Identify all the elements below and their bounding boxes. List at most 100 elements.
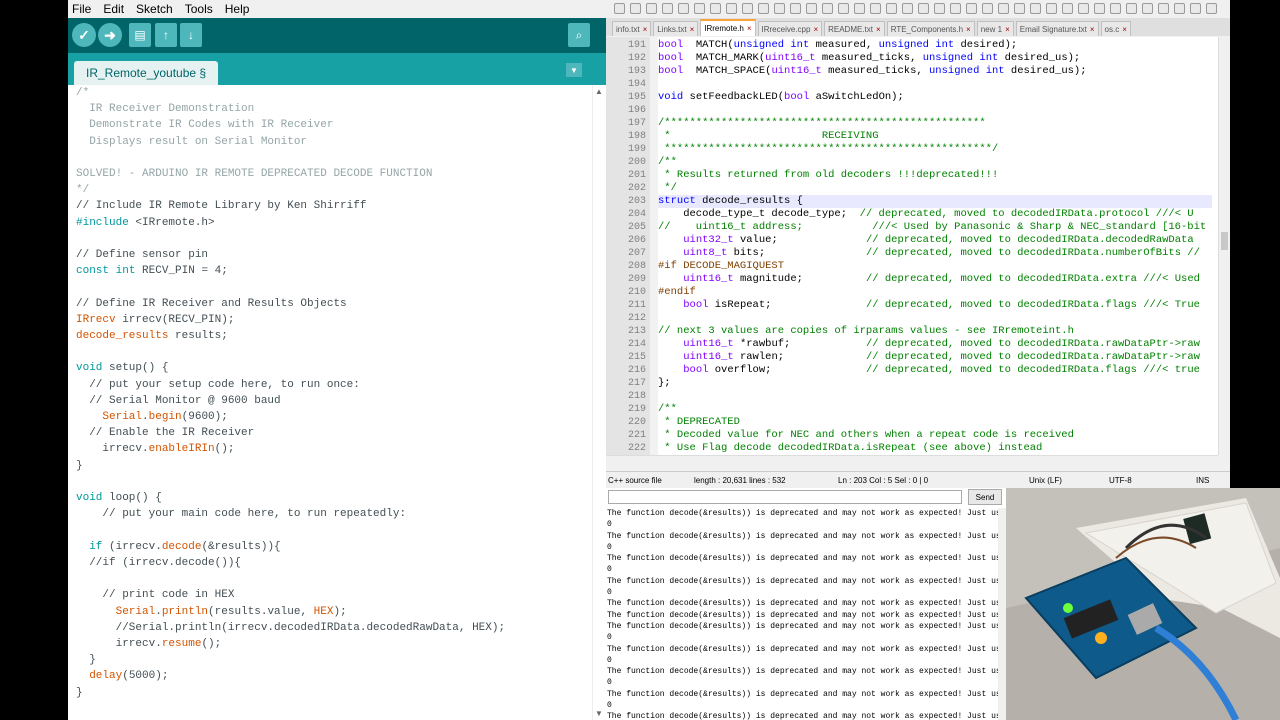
serial-line: The function decode(&results)) is deprec… bbox=[607, 644, 998, 654]
npp-toolbar-button[interactable] bbox=[1206, 3, 1217, 14]
npp-toolbar-button[interactable] bbox=[1158, 3, 1169, 14]
npp-toolbar-button[interactable] bbox=[982, 3, 993, 14]
serial-input[interactable] bbox=[608, 490, 962, 504]
verify-button[interactable]: ✓ bbox=[72, 23, 96, 47]
npp-toolbar-button[interactable] bbox=[790, 3, 801, 14]
npp-editor[interactable]: 191 192 193 194 195 196 197 198 199 200 201 202 203 2… bbox=[606, 37, 1230, 455]
npp-toolbar-button[interactable] bbox=[1126, 3, 1137, 14]
code-token: * DEPRECATED bbox=[658, 416, 740, 428]
code-token: * Decoded value for NEC and others when … bbox=[658, 429, 1074, 441]
npp-tab[interactable]: os.c × bbox=[1100, 21, 1131, 36]
code-token: // deprecated, moved to decodedIRData.ra… bbox=[865, 351, 1200, 363]
npp-toolbar-button[interactable] bbox=[918, 3, 929, 14]
npp-toolbar-button[interactable] bbox=[1046, 3, 1057, 14]
menu-edit[interactable]: Edit bbox=[103, 2, 124, 16]
npp-toolbar-button[interactable] bbox=[838, 3, 849, 14]
npp-toolbar-button[interactable] bbox=[630, 3, 641, 14]
code-token: measured_ticks, bbox=[815, 52, 923, 64]
upload-button[interactable]: ➜ bbox=[98, 23, 122, 47]
code-token: (); bbox=[201, 637, 222, 650]
close-icon[interactable]: × bbox=[1122, 25, 1127, 34]
arduino-code-editor[interactable]: /* IR Receiver Demonstration Demonstrate… bbox=[68, 85, 592, 720]
npp-toolbar-button[interactable] bbox=[694, 3, 705, 14]
npp-toolbar-button[interactable] bbox=[966, 3, 977, 14]
npp-tab[interactable]: README.txt × bbox=[824, 21, 885, 36]
code-line: /** bbox=[658, 403, 1212, 416]
npp-fold-margin[interactable] bbox=[650, 37, 658, 455]
serial-scrollbar[interactable] bbox=[998, 508, 1006, 720]
npp-toolbar-button[interactable] bbox=[774, 3, 785, 14]
tab-menu-button[interactable]: ▼ bbox=[566, 63, 582, 77]
save-button[interactable]: ↓ bbox=[180, 23, 202, 47]
npp-scroll-thumb[interactable] bbox=[1221, 232, 1228, 250]
npp-toolbar-button[interactable] bbox=[1142, 3, 1153, 14]
code-token: isRepeat; bbox=[708, 299, 866, 311]
npp-toolbar-button[interactable] bbox=[950, 3, 961, 14]
npp-toolbar-button[interactable] bbox=[822, 3, 833, 14]
npp-toolbar-button[interactable] bbox=[1014, 3, 1025, 14]
sketch-tab[interactable]: IR_Remote_youtube § bbox=[74, 61, 219, 85]
npp-tab[interactable]: IRreceive.cpp × bbox=[757, 21, 823, 36]
code-token: void bbox=[76, 492, 103, 505]
npp-toolbar-button[interactable] bbox=[934, 3, 945, 14]
npp-toolbar-button[interactable] bbox=[614, 3, 625, 14]
npp-horizontal-scrollbar[interactable] bbox=[606, 455, 1218, 467]
npp-toolbar-button[interactable] bbox=[1062, 3, 1073, 14]
line-number: 222 bbox=[627, 443, 646, 454]
open-button[interactable]: ↑ bbox=[155, 23, 177, 47]
npp-toolbar-button[interactable] bbox=[998, 3, 1009, 14]
npp-toolbar-button[interactable] bbox=[1110, 3, 1121, 14]
arduino-editor-scrollbar[interactable]: ▲ ▼ bbox=[592, 85, 606, 720]
npp-toolbar-button[interactable] bbox=[710, 3, 721, 14]
npp-tab[interactable]: IRremote.h × bbox=[700, 19, 756, 36]
npp-toolbar-button[interactable] bbox=[902, 3, 913, 14]
npp-toolbar-button[interactable] bbox=[1094, 3, 1105, 14]
serial-monitor-button[interactable]: ⌕ bbox=[568, 23, 590, 47]
close-icon[interactable]: × bbox=[1005, 25, 1010, 34]
npp-toolbar-button[interactable] bbox=[662, 3, 673, 14]
npp-toolbar-button[interactable] bbox=[806, 3, 817, 14]
npp-toolbar-button[interactable] bbox=[854, 3, 865, 14]
code-token: // deprecated, moved to decodedIRData.pr… bbox=[859, 208, 1194, 220]
close-icon[interactable]: × bbox=[876, 25, 881, 34]
npp-tab[interactable]: RTE_Components.h × bbox=[886, 21, 975, 36]
code-token: IRrecv bbox=[76, 313, 116, 326]
arduino-board-photo bbox=[1006, 488, 1280, 720]
npp-toolbar-button[interactable] bbox=[1190, 3, 1201, 14]
close-icon[interactable]: × bbox=[690, 25, 695, 34]
new-sketch-button[interactable]: ▤ bbox=[129, 23, 151, 47]
npp-tab[interactable]: new 1 × bbox=[976, 21, 1014, 36]
npp-code-area[interactable]: bool MATCH(unsigned int measured, unsign… bbox=[658, 37, 1212, 455]
menu-help[interactable]: Help bbox=[225, 2, 250, 16]
npp-tab[interactable]: info.txt × bbox=[612, 21, 652, 36]
code-token: // Serial Monitor @ 9600 baud bbox=[76, 394, 281, 407]
npp-toolbar-button[interactable] bbox=[742, 3, 753, 14]
npp-toolbar-button[interactable] bbox=[1174, 3, 1185, 14]
menu-sketch[interactable]: Sketch bbox=[136, 2, 173, 16]
npp-toolbar-button[interactable] bbox=[646, 3, 657, 14]
npp-toolbar-button[interactable] bbox=[1078, 3, 1089, 14]
serial-line: 0 bbox=[607, 565, 612, 575]
code-line: decode_results results; bbox=[76, 328, 584, 344]
npp-vertical-scrollbar[interactable] bbox=[1218, 37, 1230, 455]
npp-toolbar-button[interactable] bbox=[886, 3, 897, 14]
npp-toolbar-button[interactable] bbox=[726, 3, 737, 14]
npp-toolbar-button[interactable] bbox=[678, 3, 689, 14]
npp-toolbar-button[interactable] bbox=[758, 3, 769, 14]
npp-tab[interactable]: Links.txt × bbox=[653, 21, 699, 36]
file-type-label: C++ source file bbox=[608, 476, 662, 485]
close-icon[interactable]: × bbox=[813, 25, 818, 34]
menu-file[interactable]: File bbox=[72, 2, 91, 16]
npp-tab[interactable]: Email Signature.txt × bbox=[1015, 21, 1099, 36]
line-number: 217 bbox=[627, 378, 646, 389]
npp-toolbar-button[interactable] bbox=[870, 3, 881, 14]
close-icon[interactable]: × bbox=[747, 24, 752, 33]
right-letterbox bbox=[1230, 0, 1280, 488]
npp-toolbar-button[interactable] bbox=[1030, 3, 1041, 14]
close-icon[interactable]: × bbox=[966, 25, 971, 34]
close-icon[interactable]: × bbox=[643, 25, 648, 34]
send-button[interactable]: Send bbox=[968, 489, 1002, 505]
menu-tools[interactable]: Tools bbox=[185, 2, 213, 16]
close-icon[interactable]: × bbox=[1090, 25, 1095, 34]
